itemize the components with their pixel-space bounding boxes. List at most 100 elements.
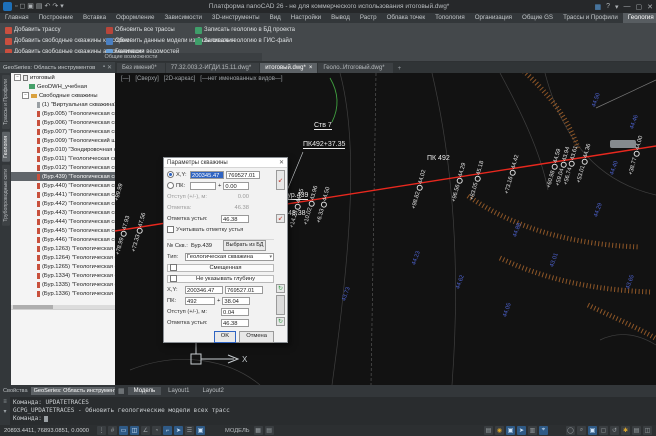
model-space-label[interactable]: МОДЕЛЬ [225, 428, 250, 434]
viewport-control[interactable]: [2D-каркас] [164, 76, 196, 82]
minimize-button[interactable]: — [624, 3, 631, 10]
tree-expander[interactable] [30, 120, 35, 125]
tree-item[interactable]: (Бур.012) "Геологическая скважина" [11, 163, 115, 172]
status-toggle-icon[interactable]: # [108, 426, 117, 435]
layout-grid-icon[interactable]: ▦ [118, 387, 125, 395]
status-view-icon[interactable]: ▤ [632, 426, 641, 435]
help-menu-arrow-icon[interactable]: ▾ [615, 3, 619, 11]
pk2-offset-field[interactable]: 38.04 [222, 297, 250, 305]
status-toggle-icon[interactable]: ∠ [141, 426, 150, 435]
tree-item[interactable]: − итоговый [11, 73, 115, 82]
qat-icon[interactable]: ↶ [45, 2, 51, 11]
status-tool-icon[interactable]: ◉ [495, 426, 504, 435]
pick-elevation-button[interactable]: ↙ [276, 214, 285, 223]
ribbon-tab[interactable]: Трассы и Профили [558, 13, 623, 23]
command-prompt[interactable]: Команда: [13, 415, 653, 423]
status-toggle-icon[interactable]: ⌐ [163, 426, 172, 435]
ribbon-tab[interactable]: Облака точек [382, 13, 431, 23]
pick-from-db-button[interactable]: Выбрать из БД [223, 240, 266, 251]
consider-mouth-checkbox[interactable] [167, 226, 174, 233]
tree-item[interactable]: (1) "Виртуальная скважина" [В 48] [11, 100, 115, 109]
ribbon-tab[interactable]: Вывод [326, 13, 355, 23]
tree-expander[interactable] [30, 246, 35, 251]
apply-xy-button[interactable]: ↻ [276, 284, 285, 293]
command-line[interactable]: Команда: UPDATETRACESGCPG_UPDATETRACES -… [10, 397, 656, 425]
tree-item[interactable]: (Бур.1265) "Геологическая скважина" [11, 262, 115, 271]
side-tab[interactable]: Трубопроводные сети [2, 165, 10, 226]
pk2-field[interactable]: 492 [185, 297, 215, 305]
tree-expander[interactable] [30, 237, 35, 242]
y2-coordinate-field[interactable]: 769527.01 [225, 286, 263, 294]
maximize-button[interactable]: ▢ [636, 3, 643, 11]
space-switch-icon[interactable]: ▤ [265, 426, 274, 435]
y-coordinate-field[interactable]: 769527.01 [226, 171, 260, 179]
ribbon-tab[interactable]: Геология [623, 13, 656, 23]
tree-expander[interactable] [30, 291, 35, 296]
status-tool-icon[interactable]: ⌖ [539, 426, 548, 435]
layout-tab[interactable]: Layout1 [162, 387, 195, 395]
apply-elevation-button[interactable]: ↻ [276, 317, 285, 326]
tree-expander[interactable]: − [22, 92, 29, 99]
panel-tab[interactable]: Свойства [0, 387, 31, 395]
status-toggle-icon[interactable]: ▭ [119, 426, 128, 435]
tree-item[interactable]: (Бур.444) "Геологическая скважина" [11, 217, 115, 226]
status-view-icon[interactable]: ▣ [588, 426, 597, 435]
tree-expander[interactable] [30, 156, 35, 161]
status-toggle-icon[interactable]: ◫ [130, 426, 139, 435]
viewport-control[interactable]: [—] [121, 76, 130, 82]
status-tool-icon[interactable]: ➤ [517, 426, 526, 435]
status-tool-icon[interactable]: ▤ [484, 426, 493, 435]
help-button[interactable]: ? [606, 3, 610, 10]
qat-icon[interactable]: ▤ [36, 2, 43, 11]
tree-expander[interactable] [30, 165, 35, 170]
tree-expander[interactable] [30, 201, 35, 206]
x2-coordinate-field[interactable]: 200346.47 [185, 286, 223, 294]
x-coordinate-field[interactable]: 200345.47 [190, 171, 224, 179]
tree-expander[interactable]: − [14, 74, 21, 81]
new-tab-button[interactable]: + [394, 65, 406, 73]
tree-item[interactable]: (Бур.011) "Геологическая скважина" [11, 154, 115, 163]
dialog-close-icon[interactable]: ✕ [279, 159, 284, 166]
tree-item[interactable]: (Бур.1263) "Геологическая скважина" [11, 244, 115, 253]
tree-item[interactable]: GeoDWH_учебная [11, 82, 115, 91]
document-tab[interactable]: 77.32.003.2-ИГДИ.15.11.dwg* [166, 63, 259, 73]
document-tab[interactable]: итоговый.dwg*× [260, 63, 317, 73]
well-type-dropdown[interactable]: Геологическая скважина ▾ [185, 253, 274, 261]
tree-item[interactable]: (Бур.006) "Геологическая скважина" [11, 118, 115, 127]
tree-expander[interactable] [30, 273, 35, 278]
tree-item[interactable]: (Бур.005) "Геологическая скважина" [11, 109, 115, 118]
qat-icon[interactable]: ▣ [27, 2, 34, 11]
tree-item[interactable]: (Бур.1264) "Геологическая скважина" [11, 253, 115, 262]
tree-expander[interactable] [22, 84, 27, 89]
command-strip-icon[interactable]: ≡ [3, 399, 7, 405]
ribbon-tab[interactable]: Организация [470, 13, 517, 23]
pk-field[interactable] [190, 182, 216, 190]
tree-expander[interactable] [30, 228, 35, 233]
tree-item[interactable]: (Бур.443) "Геологическая скважина" [11, 208, 115, 217]
tree-expander[interactable] [30, 219, 35, 224]
ribbon-tab[interactable]: Топология [430, 13, 470, 23]
offset-checkbox[interactable] [170, 264, 177, 271]
xy-radio[interactable] [167, 171, 174, 178]
tree-expander[interactable] [30, 255, 35, 260]
ribbon-tab[interactable]: Растр [355, 13, 382, 23]
panel-tab[interactable]: GeoSeries: Область инструментов [31, 387, 115, 395]
qat-icon[interactable]: ↷ [52, 2, 58, 11]
ribbon-tab[interactable]: Вставка [78, 13, 111, 23]
tree-expander[interactable] [30, 192, 35, 197]
status-view-icon[interactable]: ✱ [621, 426, 630, 435]
viewport-control[interactable]: [Сверху] [135, 76, 158, 82]
no-depth-checkbox[interactable] [170, 275, 177, 282]
qat-icon[interactable]: ▫ [15, 2, 17, 11]
panel-pin-icon[interactable]: ▪ [103, 64, 105, 71]
ribbon-tab[interactable]: Главная [0, 13, 34, 23]
tree-item[interactable]: (Бур.441) "Геологическая скважина" [11, 190, 115, 199]
cancel-button[interactable]: Отмена [239, 331, 274, 343]
status-view-icon[interactable]: ⌕ [577, 426, 586, 435]
pk-radio[interactable] [167, 182, 174, 189]
close-button[interactable]: ✕ [647, 3, 653, 11]
tree-item[interactable]: (Бур.009) "Геологический шурф" [..] [11, 136, 115, 145]
view-switch-icon[interactable]: ▦ [594, 3, 601, 11]
tree-expander[interactable] [30, 174, 35, 179]
ribbon-tab[interactable]: Настройки [286, 13, 326, 23]
